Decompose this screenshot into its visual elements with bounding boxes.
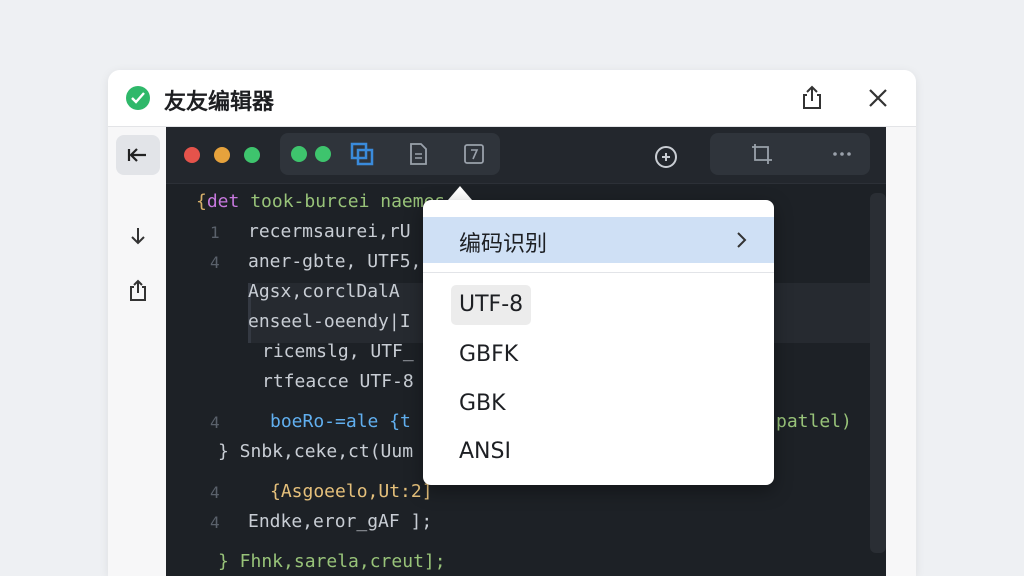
- code-line: aner-gbte, UTF5,: [248, 251, 422, 272]
- back-arrow-icon[interactable]: [116, 135, 160, 175]
- code-line: boeRo-=ale {t: [270, 411, 411, 432]
- vertical-scrollbar[interactable]: [870, 193, 886, 553]
- chevron-right-icon: [737, 232, 747, 248]
- menu-header-label: 编码识别: [459, 232, 548, 257]
- export-icon[interactable]: [116, 271, 160, 311]
- code-line: ricemslg, UTF_: [262, 341, 414, 362]
- more-icon[interactable]: [830, 142, 854, 166]
- crop-icon[interactable]: [750, 142, 774, 166]
- maximize-dot[interactable]: [244, 147, 260, 163]
- gutter-mark: 4: [210, 513, 220, 532]
- code-line: enseel-oeendy|I: [248, 311, 411, 332]
- file-code-icon[interactable]: [462, 142, 486, 166]
- menu-item-utf8[interactable]: UTF-8: [451, 285, 532, 325]
- menu-item-gbk[interactable]: GBK: [451, 384, 514, 424]
- code-line: {Asgoeelo,Ut:2]: [270, 481, 433, 502]
- code-line: } Fhnk,sarela,creut];: [218, 551, 446, 572]
- menu-item-gbfk[interactable]: GBFK: [451, 335, 526, 375]
- document-icon[interactable]: [406, 142, 430, 166]
- title-bar: 友友编辑器: [108, 70, 916, 127]
- gutter-mark: 1: [210, 223, 220, 242]
- check-circle-icon: [126, 86, 150, 110]
- gutter-mark: 4: [210, 413, 220, 432]
- code-line: rtfeacce UTF-8: [262, 371, 414, 392]
- close-dot[interactable]: [184, 147, 200, 163]
- sidebar: [108, 127, 166, 576]
- share-icon[interactable]: [798, 84, 826, 112]
- tool-group-left: [280, 133, 500, 175]
- code-line: Agsx,corclDalA: [248, 281, 400, 302]
- gutter-mark: 4: [210, 253, 220, 272]
- menu-divider: [423, 272, 774, 273]
- layers-icon[interactable]: [350, 142, 374, 166]
- encoding-dropdown-menu: 编码识别 UTF-8 GBFK GBK ANSI: [423, 200, 774, 485]
- refresh-icon[interactable]: [652, 143, 677, 168]
- close-icon[interactable]: [864, 84, 892, 112]
- code-line: } Snbk,ceke,ct(Uum: [218, 441, 414, 462]
- app-title: 友友编辑器: [164, 90, 275, 115]
- code-line: Endke,eror_gAF ];: [248, 511, 433, 532]
- code-line: recermsaurei,rU: [248, 221, 411, 242]
- tool-group-right: [710, 133, 870, 175]
- code-fragment: patlel): [776, 411, 852, 432]
- menu-caret: [448, 186, 472, 200]
- minimize-dot[interactable]: [214, 147, 230, 163]
- menu-item-ansi[interactable]: ANSI: [451, 432, 519, 472]
- menu-item-encoding-detect[interactable]: 编码识别: [423, 217, 774, 263]
- gutter-mark: 4: [210, 483, 220, 502]
- editor-toolbar: [166, 127, 886, 184]
- download-icon[interactable]: [116, 217, 160, 257]
- green-dots-icon[interactable]: [290, 142, 334, 166]
